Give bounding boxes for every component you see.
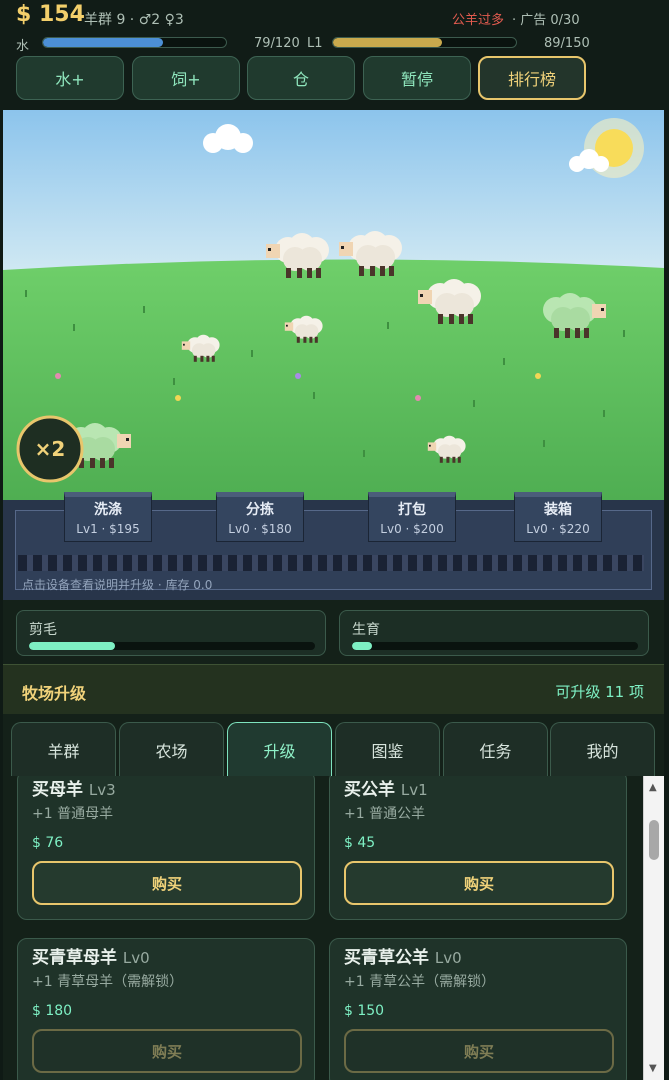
upgrade-card-buy-grass-ewe: 买青草母羊 Lv0 +1 青草母羊（需解锁） $ 180 购买	[17, 938, 315, 1080]
machine-name: 洗涤	[94, 502, 122, 518]
shearing-bar-fill	[29, 642, 115, 650]
card-title: 买公羊 Lv1	[344, 780, 428, 800]
leaderboard-button[interactable]: 排行榜	[478, 56, 586, 100]
pause-button[interactable]: 暂停	[363, 56, 471, 100]
flower	[295, 373, 301, 379]
tab-missions[interactable]: 任务	[443, 722, 548, 776]
shearing-bar	[29, 642, 315, 650]
machine-boxing[interactable]: 装箱 Lv0 · $220	[514, 492, 602, 542]
list-scrollbar[interactable]: ▲ ▼	[643, 776, 664, 1080]
card-price: $ 150	[344, 1003, 385, 1019]
buy-grass-ram-button[interactable]: 购买	[344, 1029, 614, 1073]
buy-grass-ewe-button[interactable]: 购买	[32, 1029, 302, 1073]
upgrade-title: 牧场升级	[22, 684, 87, 703]
card-title: 买青草母羊 Lv0	[32, 948, 150, 968]
card-description: +1 普通公羊	[344, 806, 426, 822]
card-title: 买青草公羊 Lv0	[344, 948, 462, 968]
breeding-bar	[352, 642, 638, 650]
conveyor-belt	[18, 555, 644, 571]
tab-upgrade[interactable]: 升级	[227, 722, 332, 776]
card-level: Lv1	[400, 781, 428, 799]
money-counter: $ 154	[16, 2, 85, 27]
card-level: Lv0	[434, 949, 462, 967]
flower	[415, 395, 421, 401]
pasture-scene[interactable]: ×2	[3, 110, 664, 500]
flower	[535, 373, 541, 379]
level-label: L1	[307, 36, 323, 51]
machine-info: Lv0 · $220	[526, 522, 590, 536]
scroll-up-icon[interactable]: ▲	[649, 782, 657, 793]
sky	[3, 110, 664, 270]
multiplier-text: ×2	[35, 437, 66, 461]
scrollbar-thumb[interactable]	[649, 820, 659, 860]
flower	[175, 395, 181, 401]
ad-counter: · 广告 0/30	[512, 13, 580, 28]
upgrade-card-buy-ewe: 买母羊 Lv3 +1 普通母羊 $ 76 购买	[17, 776, 315, 920]
breeding-bar-fill	[352, 642, 373, 650]
shearing-label: 剪毛	[29, 622, 57, 638]
upgrade-card-buy-ram: 买公羊 Lv1 +1 普通公羊 $ 45 购买	[329, 776, 627, 920]
machine-sorting[interactable]: 分拣 Lv0 · $180	[216, 492, 304, 542]
shearing-card[interactable]: 剪毛	[16, 610, 326, 656]
machine-info: Lv1 · $195	[76, 522, 140, 536]
breeding-label: 生育	[352, 622, 380, 638]
card-description: +1 青草母羊（需解锁）	[32, 974, 184, 990]
upgrade-header: 牧场升级 可升级 11 项	[3, 664, 664, 714]
top-hud: $ 154 羊群 9 · ♂2 ♀3 公羊过多 · 广告 0/30 水 79/1…	[0, 0, 669, 110]
water-label: 水	[16, 39, 30, 54]
water-bar-fill	[43, 38, 164, 47]
machine-washing[interactable]: 洗涤 Lv1 · $195	[64, 492, 152, 542]
production-progress: 剪毛 生育	[3, 600, 664, 664]
buy-ram-button[interactable]: 购买	[344, 861, 614, 905]
tab-collection[interactable]: 图鉴	[335, 722, 440, 776]
breeding-card[interactable]: 生育	[339, 610, 649, 656]
tab-flock[interactable]: 羊群	[11, 722, 116, 776]
flock-summary: 羊群 9 · ♂2 ♀3	[84, 12, 184, 28]
tab-bar: 羊群 农场 升级 图鉴 任务 我的	[3, 714, 664, 776]
card-price: $ 45	[344, 835, 376, 851]
machine-packing[interactable]: 打包 Lv0 · $200	[368, 492, 456, 542]
machine-name: 分拣	[246, 502, 274, 518]
pasture-canvas[interactable]: ×2	[3, 110, 664, 500]
upgrade-card-buy-grass-ram: 买青草公羊 Lv0 +1 青草公羊（需解锁） $ 150 购买	[329, 938, 627, 1080]
warehouse-button[interactable]: 仓	[247, 56, 355, 100]
add-feed-button[interactable]: 饲+	[132, 56, 240, 100]
card-level: Lv0	[122, 949, 150, 967]
card-description: +1 青草公羊（需解锁）	[344, 974, 496, 990]
buy-ewe-button[interactable]: 购买	[32, 861, 302, 905]
card-description: +1 普通母羊	[32, 806, 114, 822]
water-bar	[42, 37, 227, 48]
card-title: 买母羊 Lv3	[32, 780, 116, 800]
xp-bar-fill	[333, 38, 442, 47]
xp-bar	[332, 37, 517, 48]
machine-name: 装箱	[544, 502, 572, 518]
tab-profile[interactable]: 我的	[550, 722, 655, 776]
add-water-button[interactable]: 水+	[16, 56, 124, 100]
flower	[55, 373, 61, 379]
scroll-down-icon[interactable]: ▼	[649, 1063, 657, 1074]
tab-farm[interactable]: 农场	[119, 722, 224, 776]
card-level: Lv3	[88, 781, 116, 799]
card-price: $ 76	[32, 835, 64, 851]
ram-overload-warning: 公羊过多	[452, 13, 505, 28]
machine-info: Lv0 · $180	[228, 522, 292, 536]
upgrade-list[interactable]: 买母羊 Lv3 +1 普通母羊 $ 76 购买 买公羊 Lv1 +1 普通公羊 …	[3, 776, 643, 1080]
xp-value: 89/150	[544, 36, 590, 51]
factory-hint: 点击设备查看说明并升级 · 库存 0.0	[22, 578, 213, 592]
card-price: $ 180	[32, 1003, 73, 1019]
machine-info: Lv0 · $200	[380, 522, 444, 536]
water-value: 79/120	[254, 36, 300, 51]
upgrade-available-count: 可升级 11 项	[555, 683, 644, 701]
action-buttons: 水+ 饲+ 仓 暂停 排行榜	[16, 56, 586, 100]
machine-name: 打包	[398, 502, 426, 518]
